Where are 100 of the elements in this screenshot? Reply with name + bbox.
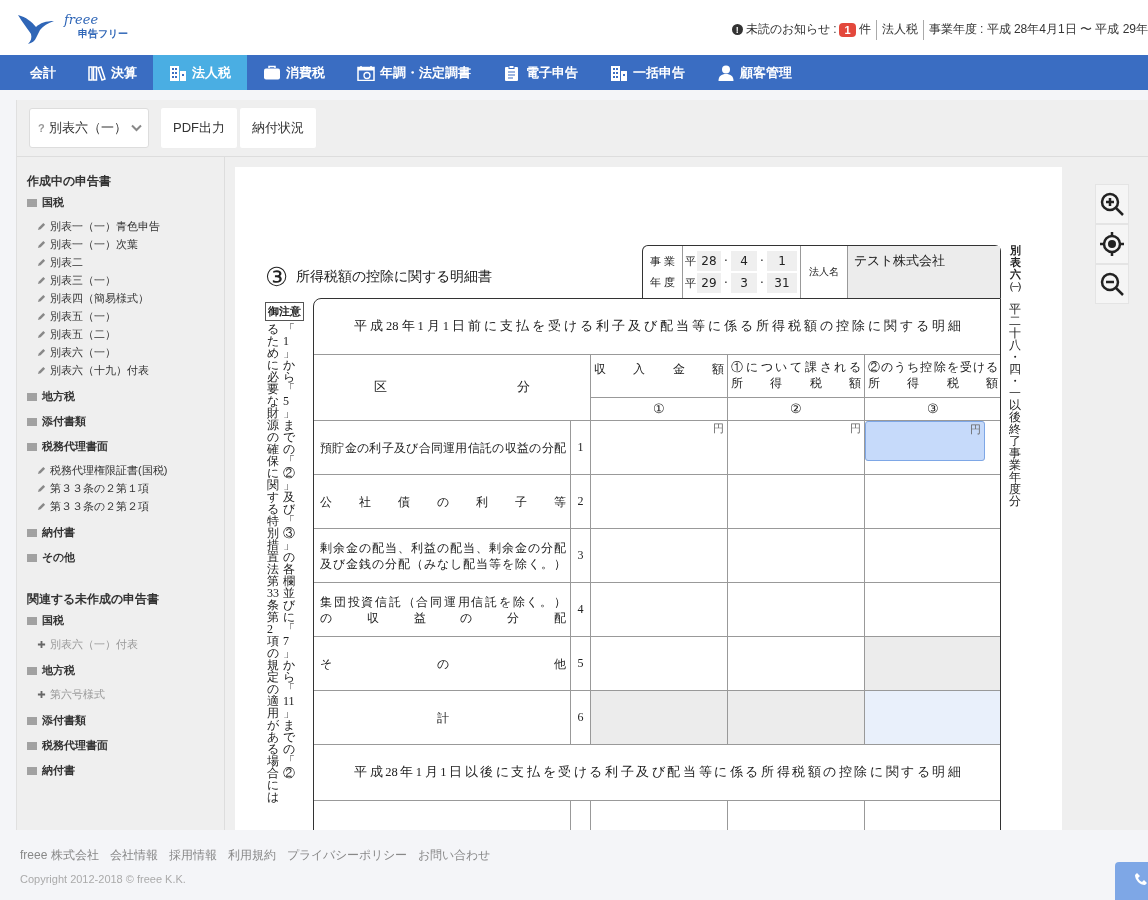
nav-tab[interactable]: 顧客管理 [701,55,808,90]
notice-label[interactable]: 未読のお知らせ : [745,21,837,38]
building-icon [610,64,628,81]
corp-name-field[interactable]: テスト株式会社 [848,246,1000,298]
group-heading[interactable]: 地方税 [42,663,75,678]
list-icon [27,553,37,562]
amount-field[interactable] [590,474,728,529]
group-heading[interactable]: その他 [42,550,75,565]
unit-label: 円 [850,422,861,434]
group-heading[interactable]: 納付書 [42,763,75,778]
month-field[interactable]: 3 [731,273,757,293]
total-field[interactable] [864,690,1000,745]
zoom-out-button[interactable] [1095,264,1129,304]
calendar-icon [357,64,375,81]
group-heading[interactable]: 税務代理書面 [42,738,108,753]
briefcase-icon [263,64,281,81]
books-icon [88,64,106,81]
group-heading[interactable]: 国税 [42,613,64,628]
amount-field[interactable]: 円 [865,421,985,461]
list-icon [27,442,37,451]
column-header: ①について課される 所得税額 [727,354,865,398]
nav-tab[interactable]: 一括申告 [594,55,701,90]
phone-button[interactable] [1115,862,1148,900]
group-heading[interactable]: 添付書類 [42,414,86,429]
nav-tab[interactable]: 決算 [72,55,153,90]
column-header: 区分 [314,354,591,421]
amount-field[interactable] [590,528,728,583]
zoom-in-button[interactable] [1095,184,1129,224]
form-link[interactable]: 別表五（二） [50,326,116,342]
footer-link[interactable]: 会社情報 [109,847,158,864]
form-link[interactable]: 税務代理権限証書(国税) [50,462,168,478]
logo-script: freee [64,12,100,27]
row-number: 4 [570,582,591,637]
amount-field[interactable] [727,636,865,691]
nav-tab[interactable]: 電子申告 [487,55,594,90]
recenter-button[interactable] [1095,224,1129,264]
date-separator: · [759,276,765,290]
row-label: 計 [314,690,571,745]
form-link[interactable]: 別表一（一）青色申告 [50,218,160,234]
list-icon [27,528,37,537]
group-heading[interactable]: 国税 [42,195,64,210]
list-icon [27,766,37,775]
group-heading[interactable]: 添付書類 [42,713,86,728]
zoom-out-icon [1099,271,1125,297]
era-label: 平 [685,275,697,291]
group-heading[interactable]: 税務代理書面 [42,439,108,454]
copyright: Copyright 2012-2018 © freee K.K. [20,873,186,885]
toolbar-button[interactable]: PDF出力 [160,107,238,149]
form-title: 所得税額の控除に関する明細書 [296,268,493,286]
toolbar-button[interactable]: 納付状況 [239,107,317,149]
group-heading[interactable]: 納付書 [42,525,75,540]
day-field[interactable]: 1 [767,251,797,271]
row-label: 公社債の利子等 [314,474,571,529]
day-field[interactable]: 31 [767,273,797,293]
phone-icon [1134,872,1148,886]
amount-field[interactable] [590,636,728,691]
nav-tab[interactable]: 会計 [14,55,72,90]
row-number: 5 [570,636,591,691]
form-link[interactable]: 別表三（一） [50,272,116,288]
form-link[interactable]: 別表一（一）次葉 [50,236,138,252]
nav-tab[interactable]: 消費税 [247,55,341,90]
form-code: 別表六㈠ [1009,245,1021,294]
form-link[interactable]: 別表六（一） [50,344,116,360]
year-field[interactable]: 28 [697,251,721,271]
form-link[interactable]: 第３３条の２第１項 [50,480,149,496]
section-title: 関連する未作成の申告書 [27,591,160,608]
list-icon [27,417,37,426]
form-select[interactable]: ? 別表六（一） [29,108,149,148]
group-heading[interactable]: 地方税 [42,389,75,404]
notice-icon: ! [731,24,743,35]
unit-label: 円 [970,423,981,435]
amount-field[interactable] [864,528,1000,583]
month-field[interactable]: 4 [731,251,757,271]
form-link[interactable]: 別表六（十九）付表 [50,362,149,378]
row-label: 剰余金の配当、利益の配当、剰余金の分配 及び金銭の分配（みなし配当等を除く。） [314,528,571,583]
form-link[interactable]: 別表二 [50,254,83,270]
year-field[interactable]: 29 [697,273,721,293]
zoom-in-icon [1099,191,1125,217]
plus-icon [37,639,46,649]
tax-type: 法人税 [881,21,918,38]
amount-field[interactable] [590,582,728,637]
notice-unit: 件 [858,21,871,38]
fiscal-year: 事業年度 : 平成 28年4月1日 〜 平成 29年 [928,21,1148,38]
amount-field[interactable] [864,474,1000,529]
form-link[interactable]: 別表五（一） [50,308,116,324]
date-separator: · [723,276,729,290]
date-separator: · [759,254,765,268]
amount-field[interactable] [727,474,865,529]
period-label: 年度 [650,275,678,290]
amount-field[interactable] [864,582,1000,637]
form-link[interactable]: 第３３条の２第２項 [50,498,149,514]
amount-field[interactable] [727,528,865,583]
vertical-note: 平二十八・四・一以後終了事業年度分 [1009,303,1021,508]
column-number: ② [727,397,865,421]
amount-field[interactable]: 円 [590,420,728,475]
amount-field[interactable]: 円 [727,420,865,475]
nav-tab[interactable]: 年調・法定調書 [341,55,487,90]
form-link[interactable]: 別表四（簡易様式） [50,290,149,306]
unit-label: 円 [713,422,724,434]
amount-field[interactable] [727,582,865,637]
